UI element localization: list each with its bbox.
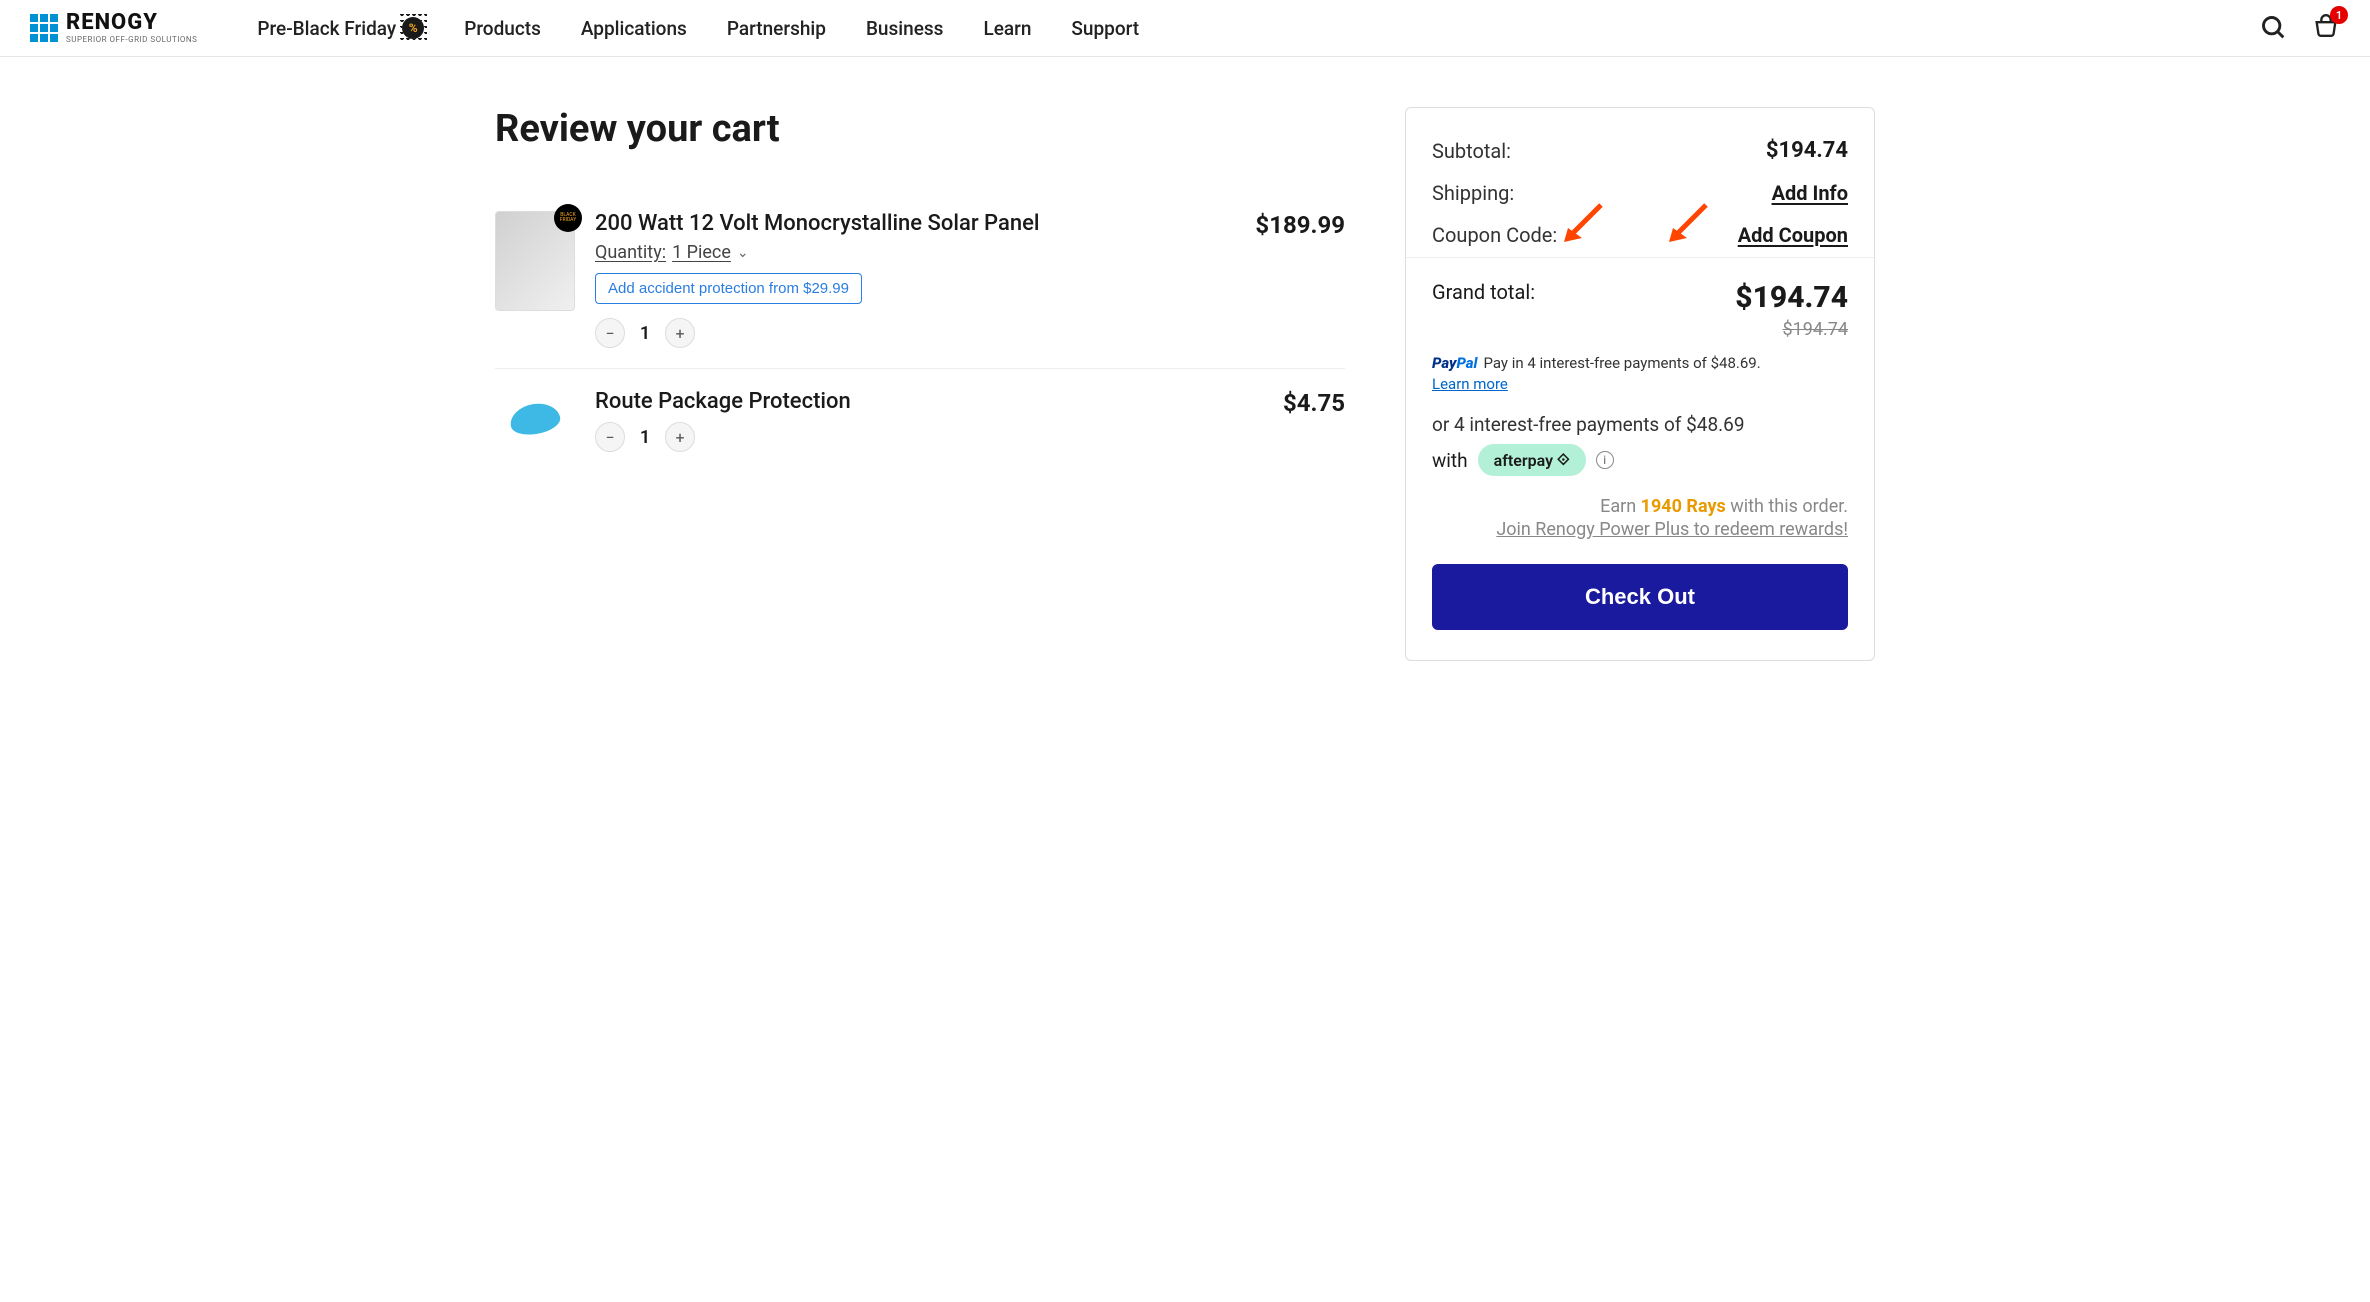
order-summary: Subtotal: $194.74 Shipping: Add Info Cou… xyxy=(1405,107,1875,661)
item-price: $4.75 xyxy=(1245,389,1345,452)
search-icon[interactable] xyxy=(2260,14,2288,42)
cart-item: Route Package Protection − 1 + $4.75 xyxy=(495,369,1345,472)
product-image[interactable]: BLACKFRIDAY xyxy=(495,211,575,311)
quantity-value: 1 xyxy=(639,323,651,344)
percent-badge-icon: % xyxy=(402,17,424,39)
quantity-value: 1 xyxy=(639,427,651,448)
quantity-option[interactable]: 1 Piece xyxy=(672,242,731,263)
original-price-strikethrough: $194.74 xyxy=(1432,319,1848,340)
black-friday-badge-icon: BLACKFRIDAY xyxy=(554,204,582,232)
item-price: $189.99 xyxy=(1245,211,1345,348)
grand-total-label: Grand total: xyxy=(1432,280,1535,304)
decrement-button[interactable]: − xyxy=(595,318,625,348)
afterpay-logo-pill[interactable]: afterpay⟐ xyxy=(1478,444,1586,476)
nav-label: Pre-Black Friday xyxy=(257,17,396,40)
paypal-learn-more-link[interactable]: Learn more xyxy=(1432,375,1508,393)
main-nav: Pre-Black Friday % Products Applications… xyxy=(257,17,2260,40)
add-shipping-info-link[interactable]: Add Info xyxy=(1772,181,1848,205)
site-header: RENOGY SUPERIOR OFF-GRID SOLUTIONS Pre-B… xyxy=(0,0,2370,57)
decrement-button[interactable]: − xyxy=(595,422,625,452)
paypal-logo-icon: PayPal xyxy=(1432,354,1477,372)
afterpay-info-icon[interactable]: i xyxy=(1596,451,1614,469)
nav-partnership[interactable]: Partnership xyxy=(727,17,826,40)
afterpay-with-label: with xyxy=(1432,449,1468,472)
shipping-label: Shipping: xyxy=(1432,181,1514,205)
site-logo[interactable]: RENOGY SUPERIOR OFF-GRID SOLUTIONS xyxy=(30,12,197,44)
increment-button[interactable]: + xyxy=(665,422,695,452)
logo-text-sub: SUPERIOR OFF-GRID SOLUTIONS xyxy=(66,36,197,44)
grand-total-value: $194.74 xyxy=(1735,280,1848,315)
checkout-button[interactable]: Check Out xyxy=(1432,564,1848,630)
cart-item: BLACKFRIDAY 200 Watt 12 Volt Monocrystal… xyxy=(495,191,1345,369)
subtotal-value: $194.74 xyxy=(1766,138,1848,163)
product-title[interactable]: 200 Watt 12 Volt Monocrystalline Solar P… xyxy=(595,211,1225,236)
power-plus-link[interactable]: Join Renogy Power Plus to redeem rewards… xyxy=(1496,519,1848,540)
route-logo-icon xyxy=(508,400,562,438)
add-protection-button[interactable]: Add accident protection from $29.99 xyxy=(595,273,862,304)
cart-count-badge: 1 xyxy=(2330,6,2348,24)
increment-button[interactable]: + xyxy=(665,318,695,348)
add-coupon-link[interactable]: Add Coupon xyxy=(1738,223,1848,247)
chevron-down-icon[interactable]: ⌄ xyxy=(737,245,749,261)
rays-earn-line: Earn 1940 Rays with this order. xyxy=(1432,496,1848,517)
paypal-text: Pay in 4 interest-free payments of $48.6… xyxy=(1483,354,1760,372)
subtotal-label: Subtotal: xyxy=(1432,139,1511,163)
logo-grid-icon xyxy=(30,14,58,42)
nav-learn[interactable]: Learn xyxy=(983,17,1031,40)
nav-applications[interactable]: Applications xyxy=(581,17,687,40)
nav-support[interactable]: Support xyxy=(1071,17,1139,40)
route-image xyxy=(495,389,575,449)
logo-text-main: RENOGY xyxy=(66,12,197,34)
nav-business[interactable]: Business xyxy=(866,17,944,40)
afterpay-text: or 4 interest-free payments of $48.69 xyxy=(1432,413,1848,436)
divider xyxy=(1406,257,1874,258)
quantity-label[interactable]: Quantity: xyxy=(595,242,666,263)
coupon-label: Coupon Code: xyxy=(1432,223,1557,247)
nav-products[interactable]: Products xyxy=(464,17,541,40)
page-title: Review your cart xyxy=(495,107,1345,151)
cart-icon[interactable]: 1 xyxy=(2312,14,2340,42)
nav-pre-black-friday[interactable]: Pre-Black Friday % xyxy=(257,17,424,40)
product-title[interactable]: Route Package Protection xyxy=(595,389,1225,414)
